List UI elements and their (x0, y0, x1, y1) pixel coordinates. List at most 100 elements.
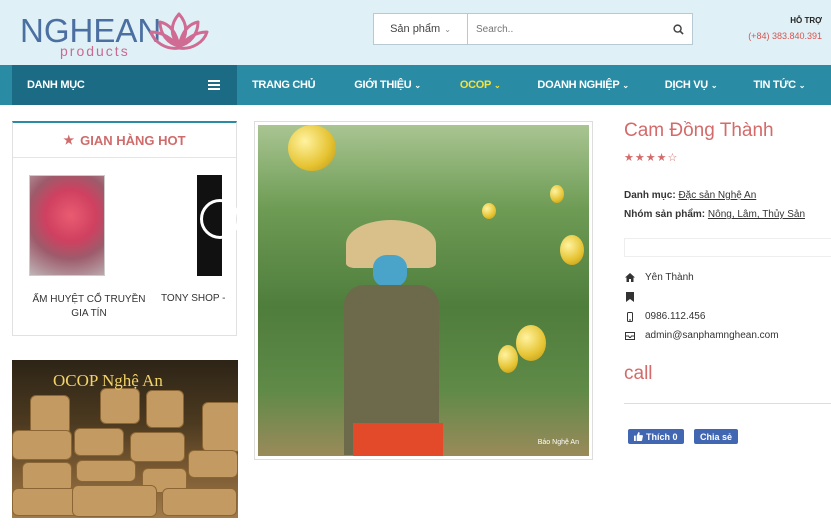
red-basket (353, 423, 443, 456)
basket-image (188, 450, 238, 478)
email-row: admin@sanphamnghean.com (624, 330, 779, 341)
basket-image (202, 402, 238, 452)
ocop-banner[interactable]: OCOP Nghệ An (12, 360, 238, 518)
face-mask (373, 255, 407, 287)
star-icon: ★ (656, 152, 668, 164)
hamburger-icon (208, 80, 220, 90)
star-icon: ★ (645, 152, 657, 164)
star-icon: ★ (624, 152, 635, 164)
shop-logo-circle (200, 199, 240, 239)
home-icon (624, 273, 636, 282)
call-divider (624, 403, 831, 404)
orange-fruit (482, 203, 496, 219)
product-group: Nhóm sản phẩm: Nông, Lâm, Thủy Sản (624, 209, 805, 220)
basket-image (30, 395, 70, 435)
search-button[interactable] (664, 14, 692, 44)
lotus-icon (149, 12, 209, 50)
image-watermark: Báo Nghệ An (537, 439, 579, 446)
category-menu-label: DANH MỤC (27, 79, 85, 91)
ocop-banner-title: OCOP Nghệ An (53, 371, 163, 390)
basket-image (76, 460, 136, 482)
site-logo[interactable]: NGHEAN products (20, 6, 220, 59)
search-category-label: Sản phẩm (390, 23, 441, 35)
orange-fruit (516, 325, 546, 361)
hot-shops-title: ★ GIAN HÀNG HOT (13, 123, 236, 158)
group-label: Nhóm sản phẩm: (624, 209, 706, 220)
orange-fruit (498, 345, 518, 373)
orange-fruit (288, 125, 336, 171)
email-text[interactable]: admin@sanphamnghean.com (645, 330, 779, 341)
star-empty-icon: ☆ (667, 152, 679, 164)
phone-row: 0986.112.456 (624, 311, 705, 322)
search-input[interactable] (468, 14, 664, 44)
category-label: Danh mục: (624, 190, 676, 201)
support-title: HỖ TRỢ (790, 16, 822, 25)
facebook-like-button[interactable]: Thích 0 (628, 429, 684, 444)
orange-fruit (560, 235, 584, 265)
chevron-down-icon: ⌄ (444, 24, 451, 34)
location-row: Yên Thành (624, 272, 694, 283)
category-menu-toggle[interactable]: DANH MỤC (12, 65, 237, 105)
search-category-select[interactable]: Sản phẩm ⌄ (374, 14, 468, 44)
nav-item-label: TIN TỨC (753, 79, 796, 91)
nav-item-gioi-thieu[interactable]: GIỚI THIỆU ⌄ (354, 79, 421, 91)
mobile-phone-icon (624, 311, 636, 322)
search-bar: Sản phẩm ⌄ (373, 13, 693, 45)
call-label[interactable]: call (624, 363, 653, 385)
basket-image (130, 432, 185, 462)
main-nav: DANH MỤC TRANG CHỦ GIỚI THIỆU ⌄ OCOP ⌄ DOA… (0, 65, 831, 105)
chevron-down-icon: ⌄ (494, 81, 501, 90)
basket-image (162, 488, 237, 516)
chevron-down-icon: ⌄ (710, 81, 718, 90)
star-icon: ★ (63, 133, 75, 147)
shop-image[interactable] (197, 175, 240, 276)
bookmark-icon (624, 292, 636, 302)
thumbs-up-icon (634, 432, 643, 441)
basket-image (146, 390, 184, 428)
chevron-down-icon: ⌄ (798, 81, 806, 90)
group-link[interactable]: Nông, Lâm, Thủy Sản (708, 209, 805, 220)
facebook-share-button[interactable]: Chia sẻ (694, 429, 739, 444)
mail-icon (624, 331, 636, 340)
product-title: Cam Đồng Thành (624, 120, 774, 141)
orange-fruit (550, 185, 564, 203)
nav-item-label: TRANG CHỦ (252, 79, 316, 91)
nav-item-dich-vu[interactable]: DỊCH VỤ ⌄ (665, 79, 718, 91)
phone-text[interactable]: 0986.112.456 (645, 311, 705, 322)
share-label: Chia sẻ (700, 431, 733, 442)
nav-item-label: GIỚI THIỆU (354, 79, 412, 91)
nav-item-trang-chu[interactable]: TRANG CHỦ (252, 79, 316, 91)
nav-item-label: DOANH NGHIỆP (537, 79, 620, 91)
top-menu: TRANG CHỦ GIỚI THIỆU ⌄ OCOP ⌄ DOANH NGHIỆP… (252, 65, 806, 105)
nav-item-label: DỊCH VỤ (664, 79, 708, 91)
shop-name[interactable]: TONY SHOP - (161, 293, 237, 304)
bookmark-row (624, 292, 645, 302)
location-text: Yên Thành (645, 272, 694, 283)
hot-shops-box: ★ GIAN HÀNG HOT ẤM HUYỆT CỔ TRUYỀN GIA T… (12, 121, 240, 336)
chevron-down-icon: ⌄ (622, 81, 629, 90)
product-category: Danh mục: Đặc sản Nghệ An (624, 190, 756, 201)
basket-image (72, 485, 157, 517)
like-label: Thích 0 (646, 431, 678, 442)
shop-name[interactable]: ẤM HUYỆT CỔ TRUYỀN GIA TÍN (29, 293, 149, 321)
nav-item-ocop[interactable]: OCOP ⌄ (460, 79, 501, 91)
nav-item-label: OCOP (459, 79, 492, 91)
hot-shops-heading: GIAN HÀNG HOT (80, 132, 186, 148)
product-image-frame: Báo Nghệ An (254, 121, 593, 460)
shop-image[interactable] (29, 175, 105, 276)
basket-image (100, 388, 140, 424)
header: NGHEAN products Sản phẩm ⌄ HỖ TRỢ (+ (0, 0, 831, 65)
nav-item-doanh-nghiep[interactable]: DOANH NGHIỆP ⌄ (537, 79, 629, 91)
info-divider (624, 238, 831, 257)
nav-item-tin-tuc[interactable]: TIN TỨC ⌄ (753, 79, 805, 91)
support-info: HỖ TRỢ (+84) 383.840.391 (748, 16, 822, 41)
logo-sub-text: products (60, 43, 130, 59)
support-phone[interactable]: (+84) 383.840.391 (748, 31, 822, 41)
chevron-down-icon: ⌄ (414, 81, 421, 90)
product-rating: ★★★★☆ (624, 151, 678, 164)
basket-image (74, 428, 124, 456)
search-icon (672, 23, 684, 35)
product-image[interactable]: Báo Nghệ An (258, 125, 589, 456)
basket-image (12, 430, 72, 460)
category-link[interactable]: Đặc sản Nghệ An (678, 190, 756, 201)
